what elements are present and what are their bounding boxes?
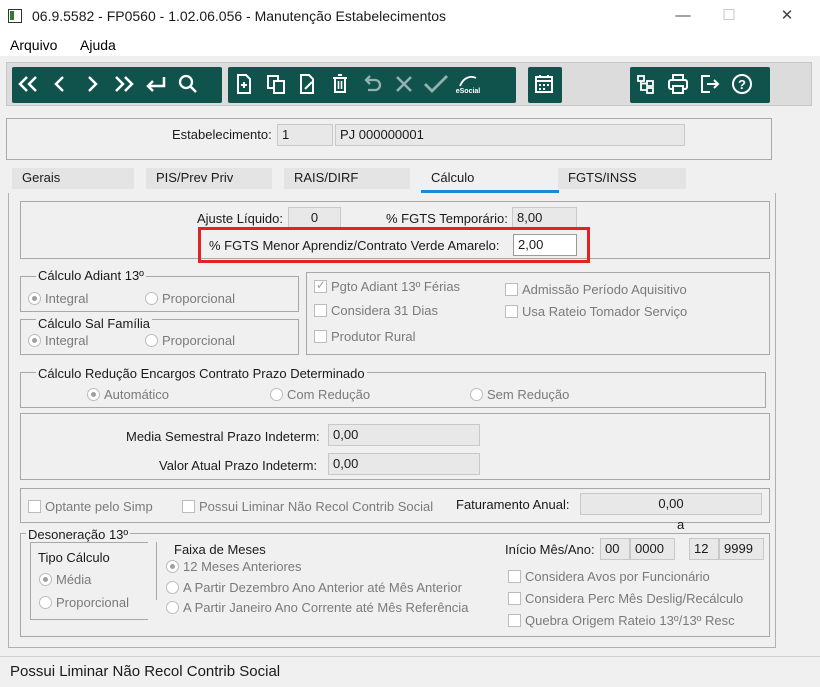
confirm-icon[interactable] [420,67,452,101]
salfam-title: Cálculo Sal Família [36,316,152,331]
print-icon[interactable] [662,67,694,101]
ajuste-field[interactable]: 0 [288,207,341,229]
tipo-proporcional-radio[interactable]: Proporcional [39,595,129,610]
toolbar-nav-group [12,67,222,103]
liminar-checkbox[interactable]: Possui Liminar Não Recol Contrib Social [182,499,433,514]
fim-mes-field[interactable]: 12 [689,538,719,560]
estab-label: Estabelecimento: [172,127,272,142]
tipo-calculo-title: Tipo Cálculo [36,550,112,565]
reducao-com-radio[interactable]: Com Redução [270,387,370,402]
first-icon[interactable] [12,67,44,101]
tab-gerais[interactable]: Gerais [12,168,134,189]
desoneracao-title: Desoneração 13º [26,527,131,542]
considera-31-checkbox[interactable]: Considera 31 Dias [314,303,438,318]
app-icon-mark [10,11,14,20]
fgts-temp-label: % FGTS Temporário: [386,211,508,226]
minimize-button[interactable]: — [660,0,706,34]
tab-calculo[interactable]: Cálculo [421,168,559,189]
return-icon[interactable] [140,67,172,101]
ate-label: a [677,517,685,532]
optante-simp-checkbox[interactable]: Optante pelo Simp [28,499,153,514]
new-icon[interactable] [228,67,260,101]
ajuste-label: Ajuste Líquido: [197,211,284,226]
reducao-automatico-radio[interactable]: Automático [87,387,169,402]
admissao-checkbox[interactable]: Admissão Período Aquisitivo [505,282,687,297]
menu-bar [0,34,820,56]
tree-icon[interactable] [630,67,662,101]
adiant-proporcional-radio[interactable]: Proporcional [145,291,235,306]
valor-label: Valor Atual Prazo Indeterm: [159,458,318,473]
salfam-integral-radio[interactable]: Integral [28,333,88,348]
copy-icon[interactable] [260,67,292,101]
exit-icon[interactable] [694,67,726,101]
adiant-integral-radio[interactable]: Integral [28,291,88,306]
media-label: Media Semestral Prazo Indeterm: [126,429,320,444]
highlight-box [198,227,590,263]
inicio-ano-field[interactable]: 0000 [630,538,675,560]
inicio-label: Início Mês/Ano: [505,542,595,557]
reducao-title: Cálculo Redução Encargos Contrato Prazo … [36,366,367,381]
faixa-dezembro-radio[interactable]: A Partir Dezembro Ano Anterior até Mês A… [166,580,462,595]
edit-icon[interactable] [292,67,324,101]
status-text: Possui Liminar Não Recol Contrib Social [10,663,281,680]
delete-icon[interactable] [324,67,356,101]
toolbar-right-group: ? [630,67,770,103]
close-button[interactable]: ✕ [764,0,810,34]
tab-rais-dirf[interactable]: RAIS/DIRF [284,168,410,189]
avos-checkbox[interactable]: Considera Avos por Funcionário [508,569,710,584]
faixa-janeiro-radio[interactable]: A Partir Janeiro Ano Corrente até Mês Re… [166,600,468,615]
valor-field[interactable]: 0,00 [328,453,480,475]
faturamento-label: Faturamento Anual: [456,497,570,512]
faturamento-field[interactable]: 0,00 [580,493,762,515]
tab-pis-prev-priv[interactable]: PIS/Prev Priv [146,168,272,189]
produtor-rural-checkbox[interactable]: Produtor Rural [314,329,416,344]
svg-text:?: ? [738,77,746,92]
undo-icon[interactable] [356,67,388,101]
toolbar-calendar-group [528,67,562,103]
quebra-checkbox[interactable]: Quebra Origem Rateio 13º/13º Resc [508,613,735,628]
fgts-temp-field[interactable]: 8,00 [512,207,577,229]
esocial-icon[interactable]: eSocial [452,67,484,101]
faixa-divider [156,542,157,600]
adiant-title: Cálculo Adiant 13º [36,268,146,283]
estab-code-field[interactable]: 1 [277,124,333,146]
maximize-button[interactable]: ☐ [706,0,752,34]
menu-ajuda[interactable]: Ajuda [80,37,116,53]
tab-fgts-inss[interactable]: FGTS/INSS [558,168,686,189]
toolbar-edit-group: eSocial [228,67,516,103]
esocial-label: eSocial [455,87,481,95]
perc-checkbox[interactable]: Considera Perc Mês Deslig/Recálculo [508,591,743,606]
menu-arquivo[interactable]: Arquivo [10,37,57,53]
calendar-icon[interactable] [528,67,560,101]
last-icon[interactable] [108,67,140,101]
reducao-sem-radio[interactable]: Sem Redução [470,387,569,402]
rateio-checkbox[interactable]: Usa Rateio Tomador Serviço [505,304,687,319]
faixa-title: Faixa de Meses [172,542,268,557]
pgto-adiant-checkbox[interactable]: Pgto Adiant 13º Férias [314,278,460,294]
help-icon[interactable]: ? [726,67,758,101]
window-edge [812,56,820,656]
estab-name-field[interactable]: PJ 000000001 [335,124,685,146]
fim-ano-field[interactable]: 9999 [719,538,764,560]
faixa-12-radio[interactable]: 12 Meses Anteriores [166,559,302,574]
cancel-icon[interactable] [388,67,420,101]
inicio-mes-field[interactable]: 00 [600,538,630,560]
salfam-proporcional-radio[interactable]: Proporcional [145,333,235,348]
next-icon[interactable] [76,67,108,101]
window-title: 06.9.5582 - FP0560 - 1.02.06.056 - Manut… [32,8,447,24]
tipo-media-radio[interactable]: Média [39,572,91,587]
prev-icon[interactable] [44,67,76,101]
search-icon[interactable] [172,67,204,101]
media-field[interactable]: 0,00 [328,424,480,446]
